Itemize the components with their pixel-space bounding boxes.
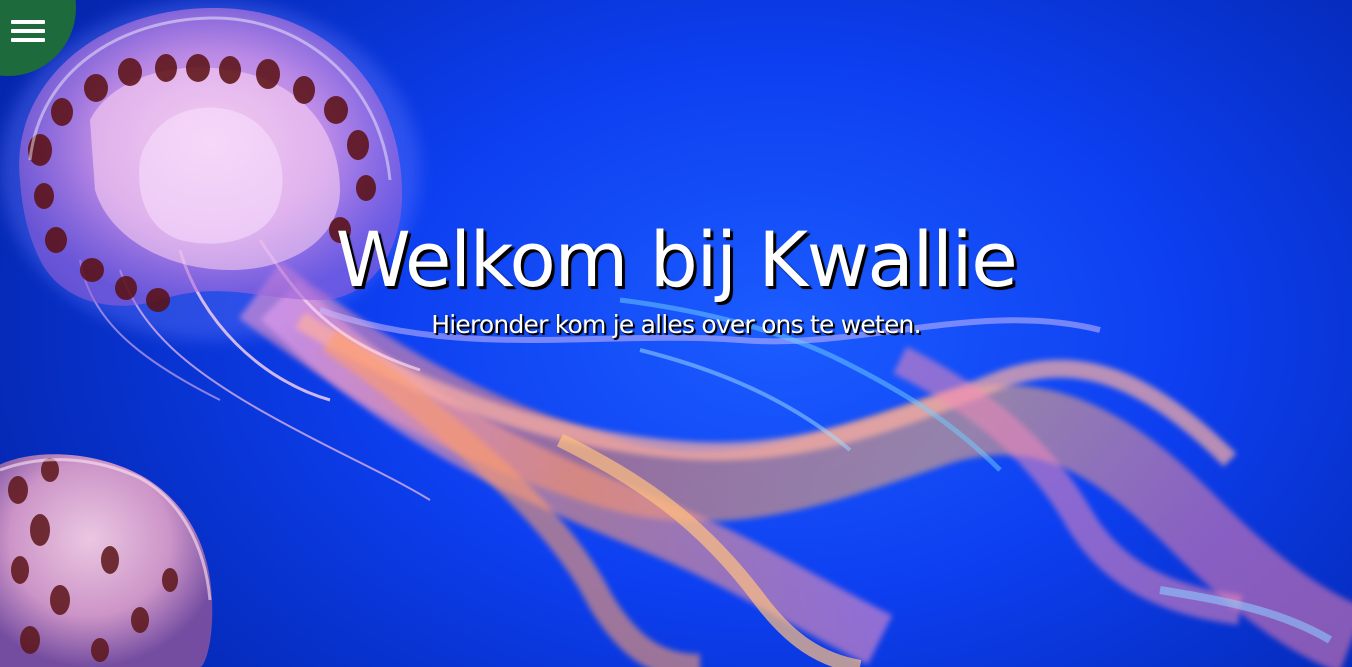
hero-section: Welkom bij Kwallie Hieronder kom je alle… bbox=[0, 0, 1352, 667]
hero-title: Welkom bij Kwallie bbox=[335, 215, 1018, 304]
hero-text-block: Welkom bij Kwallie Hieronder kom je alle… bbox=[0, 212, 1352, 342]
hamburger-menu-icon bbox=[11, 20, 45, 42]
hero-subtitle: Hieronder kom je alles over ons te weten… bbox=[431, 310, 921, 339]
